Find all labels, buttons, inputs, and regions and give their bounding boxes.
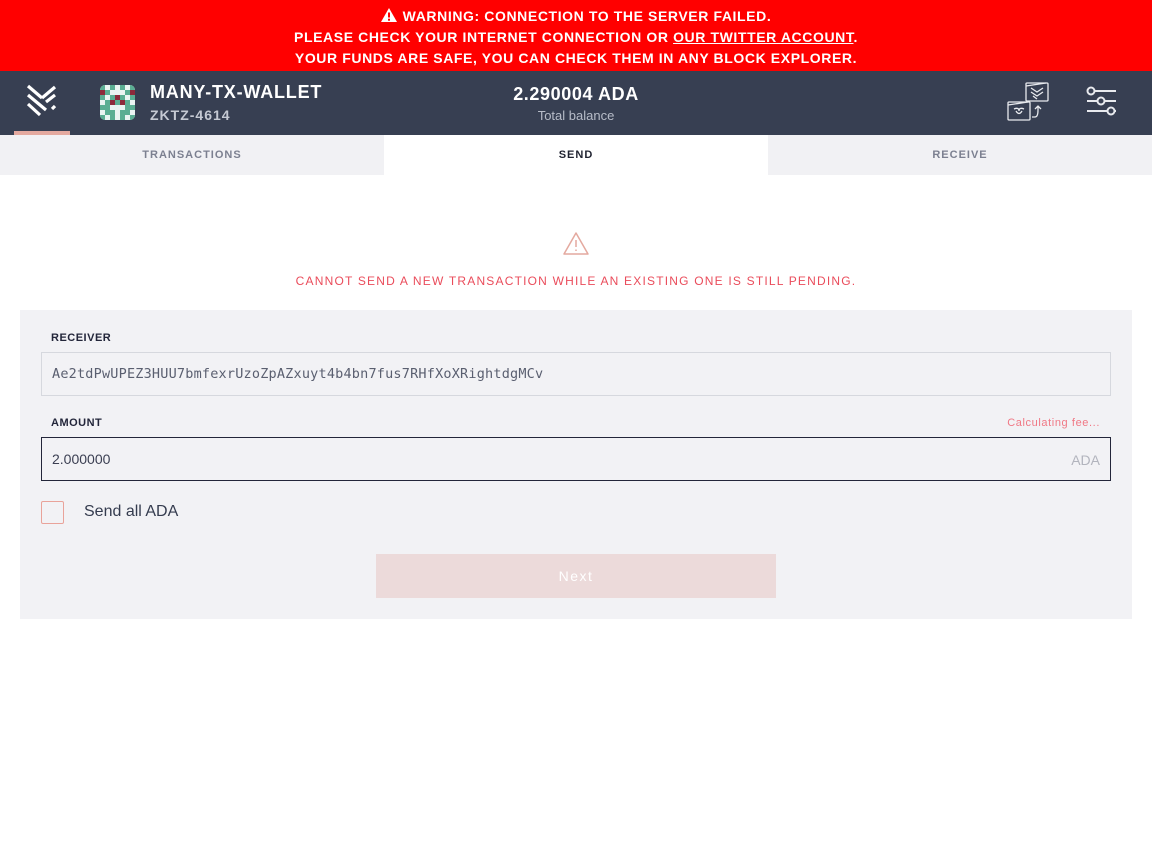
tab-send[interactable]: SEND (384, 135, 768, 175)
amount-currency: ADA (1071, 452, 1100, 468)
wallet-name: MANY-TX-WALLET (150, 82, 323, 102)
send-all-checkbox[interactable] (41, 501, 64, 524)
connection-warning-banner: WARNING: CONNECTION TO THE SERVER FAILED… (0, 0, 1152, 71)
banner-line-3: YOUR FUNDS ARE SAFE, YOU CAN CHECK THEM … (294, 50, 858, 66)
send-form: RECEIVER Ae2tdPwUPEZ3HUU7bmfexrUzoZpAZxu… (20, 310, 1132, 619)
tab-transactions[interactable]: TRANSACTIONS (0, 135, 384, 175)
warning-triangle-icon (563, 232, 589, 255)
banner-warning-text: WARNING: CONNECTION TO THE SERVER FAILED… (402, 8, 772, 24)
twitter-account-link[interactable]: OUR TWITTER ACCOUNT (673, 29, 853, 45)
wallet-transfer-icon (1007, 82, 1049, 121)
transfer-funds-button[interactable] (1004, 80, 1056, 126)
wallet-identicon (100, 85, 135, 120)
balance-label: Total balance (537, 108, 615, 123)
next-button[interactable]: Next (376, 554, 776, 598)
banner-line-1: WARNING: CONNECTION TO THE SERVER FAILED… (0, 6, 1152, 27)
wallet-tabs: TRANSACTIONS SEND RECEIVE (0, 135, 1152, 175)
daedalus-logo-icon (26, 84, 57, 117)
amount-value: 2.000000 (52, 451, 111, 467)
receiver-label: RECEIVER (51, 332, 112, 344)
banner-period: . (853, 29, 858, 45)
balance-amount: 2.290004 ADA (513, 84, 639, 104)
sliders-icon (1086, 86, 1116, 116)
sidebar-toggle-button[interactable] (14, 71, 70, 135)
fee-status: Calculating fee... (1007, 417, 1100, 429)
tab-receive[interactable]: RECEIVE (768, 135, 1152, 175)
top-bar: MANY-TX-WALLET ZKTZ-4614 2.290004 ADA To… (0, 71, 1152, 135)
send-all-label[interactable]: Send all ADA (84, 503, 178, 521)
banner-line-2: PLEASE CHECK YOUR INTERNET CONNECTION OR… (0, 27, 1152, 48)
amount-input[interactable]: 2.000000 ADA (41, 437, 1111, 481)
wallet-id: ZKTZ-4614 (150, 107, 231, 123)
warning-triangle-icon (380, 8, 397, 22)
banner-check-text: PLEASE CHECK YOUR INTERNET CONNECTION OR (294, 29, 674, 45)
receiver-input[interactable]: Ae2tdPwUPEZ3HUU7bmfexrUzoZpAZxuyt4b4bn7f… (41, 352, 1111, 396)
pending-transaction-notice: CANNOT SEND A NEW TRANSACTION WHILE AN E… (295, 274, 857, 288)
amount-label: AMOUNT (51, 417, 103, 429)
total-balance: 2.290004 ADA Total balance (426, 84, 726, 123)
settings-button[interactable] (1083, 85, 1121, 119)
